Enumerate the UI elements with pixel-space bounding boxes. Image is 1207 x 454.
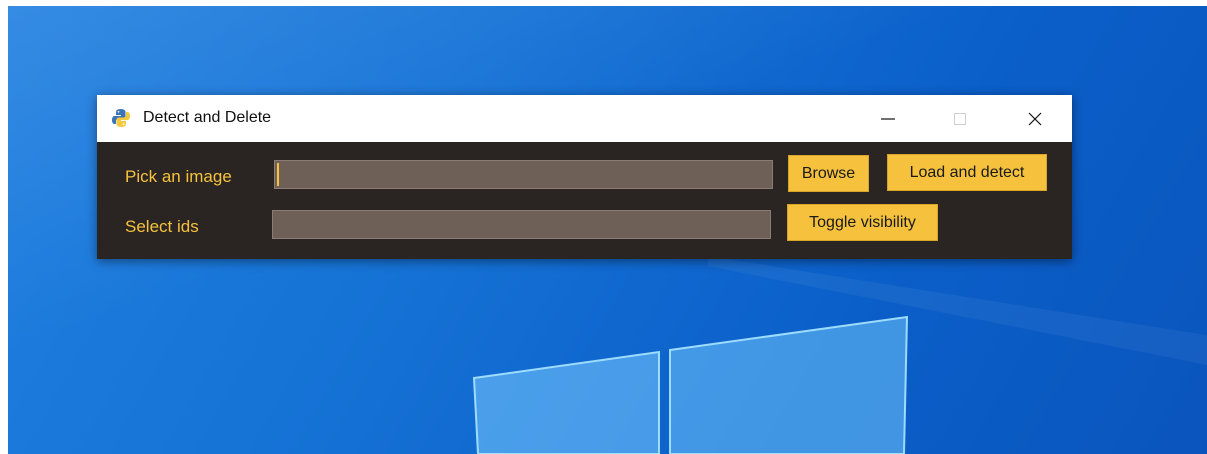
image-path-input[interactable] <box>274 160 773 189</box>
select-ids-label: Select ids <box>125 217 199 236</box>
maximize-button[interactable] <box>937 95 983 142</box>
screen: Detect and Delete Pick an image Browse L… <box>0 0 1207 454</box>
ids-input[interactable] <box>272 210 771 239</box>
app-window: Detect and Delete Pick an image Browse L… <box>97 95 1072 259</box>
title-bar[interactable]: Detect and Delete <box>97 95 1072 142</box>
close-button[interactable] <box>1012 95 1058 142</box>
close-icon <box>1028 112 1042 125</box>
maximize-icon <box>954 112 966 125</box>
load-and-detect-button[interactable]: Load and detect <box>887 154 1047 191</box>
minimize-icon <box>881 117 895 120</box>
python-icon <box>112 109 130 127</box>
text-caret <box>277 163 279 186</box>
minimize-button[interactable] <box>865 95 911 142</box>
window-content: Pick an image Browse Load and detect Sel… <box>97 142 1072 259</box>
browse-button[interactable]: Browse <box>788 155 869 192</box>
toggle-visibility-button[interactable]: Toggle visibility <box>787 204 938 241</box>
pick-image-label: Pick an image <box>125 167 232 186</box>
window-title: Detect and Delete <box>143 109 272 126</box>
